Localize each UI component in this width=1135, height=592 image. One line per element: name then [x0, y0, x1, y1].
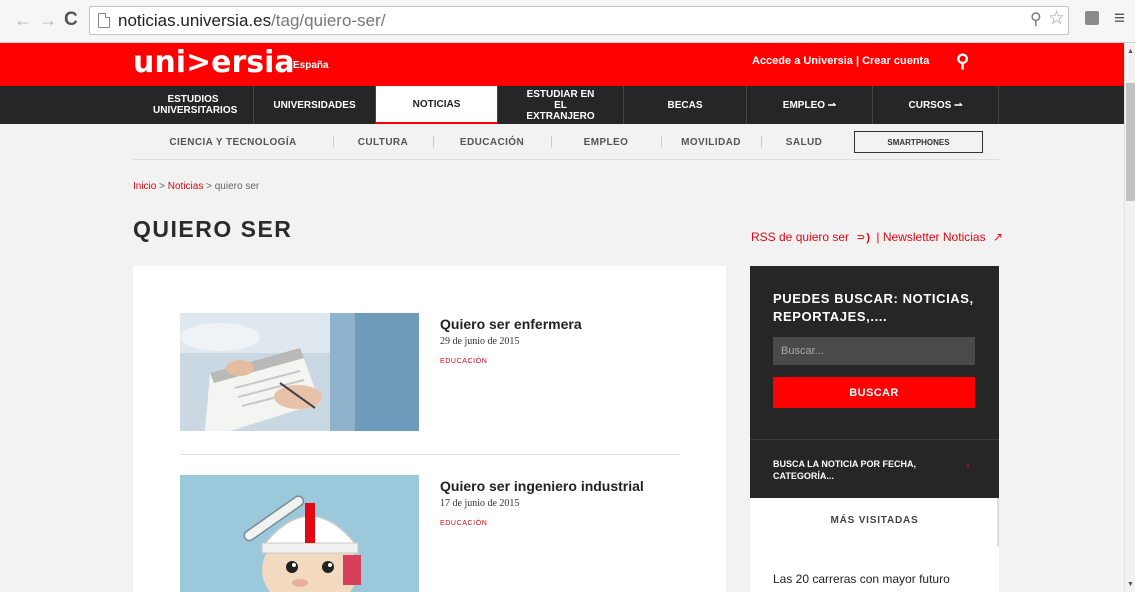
subnav-cultura[interactable]: CULTURA	[333, 124, 433, 160]
zoom-icon[interactable]: ⚲	[1030, 9, 1042, 29]
bookmark-star-icon[interactable]: ☆	[1048, 7, 1065, 30]
rss-icon[interactable]: ⸧)	[855, 232, 870, 244]
nurse-clipboard-image	[180, 313, 419, 431]
most-visited-item[interactable]: Las 20 carreras con mayor futuro	[773, 572, 950, 586]
nav-label: ESTUDIAR EN EL EXTRANJERO	[526, 88, 595, 122]
breadcrumb-separator: >	[156, 181, 168, 192]
article-category[interactable]: EDUCACIÓN	[440, 520, 487, 527]
article-divider	[180, 454, 680, 455]
scroll-thumb[interactable]	[1126, 83, 1135, 201]
article-date: 29 de junio de 2015	[440, 336, 520, 347]
subnav-salud[interactable]: SALUD	[761, 124, 847, 160]
back-arrow-icon[interactable]: ←	[14, 9, 32, 31]
chevron-right-icon[interactable]: ›	[966, 460, 970, 472]
site-header: uni>ersia España Accede a Universia | Cr…	[0, 43, 1124, 86]
newsletter-link[interactable]: | Newsletter Noticias	[876, 230, 985, 244]
extension-icon[interactable]	[1085, 11, 1099, 25]
rss-link[interactable]: RSS de quiero ser	[751, 230, 849, 244]
url-domain: noticias.universia.es	[118, 11, 272, 30]
nav-item-empleo[interactable]: EMPLEO ⇀	[747, 86, 873, 124]
url-text[interactable]: noticias.universia.es/tag/quiero-ser/	[118, 11, 385, 31]
main-nav: ESTUDIOS UNIVERSITARIOS UNIVERSIDADES NO…	[0, 86, 1124, 124]
forward-arrow-icon[interactable]: →	[39, 9, 57, 31]
most-visited-heading[interactable]: MÁS VISITADAS	[750, 515, 999, 526]
page-icon	[98, 13, 110, 28]
article-list: Quiero ser enfermera 29 de junio de 2015…	[133, 266, 726, 592]
breadcrumb-home[interactable]: Inicio	[133, 181, 156, 192]
nav-item-estudios[interactable]: ESTUDIOS UNIVERSITARIOS	[133, 86, 254, 124]
external-link-icon[interactable]: ↗	[993, 230, 1003, 244]
page-title: QUIERO SER	[133, 216, 293, 242]
sidebar: PUEDES BUSCAR: NOTICIAS, REPORTAJES,....…	[750, 266, 999, 592]
subnav-empleo[interactable]: EMPLEO	[551, 124, 661, 160]
account-links[interactable]: Accede a Universia | Crear cuenta	[752, 55, 929, 67]
reload-icon[interactable]: C	[64, 9, 78, 31]
article-category[interactable]: EDUCACIÓN	[440, 358, 487, 365]
category-subnav: CIENCIA Y TECNOLOGÍA CULTURA EDUCACIÓN E…	[133, 124, 999, 160]
url-path: /tag/quiero-ser/	[271, 11, 386, 30]
nav-label: ESTUDIOS UNIVERSITARIOS	[153, 94, 238, 116]
scrollbar[interactable]: ▲ ▼	[1124, 43, 1135, 592]
scroll-up-icon[interactable]: ▲	[1127, 48, 1134, 55]
search-panel-title: PUEDES BUSCAR: NOTICIAS, REPORTAJES,....	[773, 291, 974, 324]
breadcrumb-news[interactable]: Noticias	[168, 181, 204, 192]
nav-label: UNIVERSIDADES	[273, 99, 356, 111]
article-thumbnail[interactable]	[180, 313, 419, 431]
scroll-down-icon[interactable]: ▼	[1127, 581, 1134, 588]
subnav-movilidad[interactable]: MOVILIDAD	[661, 124, 761, 160]
address-bar[interactable]: noticias.universia.es/tag/quiero-ser/	[89, 6, 1069, 35]
subnav-educacion[interactable]: EDUCACIÓN	[433, 124, 551, 160]
search-input[interactable]	[773, 337, 975, 365]
nav-item-noticias[interactable]: NOTICIAS	[376, 86, 498, 124]
date-search-link[interactable]: BUSCA LA NOTICIA POR FECHA, CATEGORÍA...	[773, 458, 953, 482]
search-panel: PUEDES BUSCAR: NOTICIAS, REPORTAJES,....…	[750, 266, 999, 498]
nav-label: CURSOS ⇀	[908, 99, 963, 111]
search-button[interactable]: BUSCAR	[773, 377, 975, 408]
breadcrumb-current: quiero ser	[214, 181, 260, 192]
most-visited-panel: MÁS VISITADAS Las 20 carreras con mayor …	[750, 498, 999, 592]
tab-divider	[997, 498, 999, 546]
nav-item-extranjero[interactable]: ESTUDIAR EN EL EXTRANJERO	[498, 86, 624, 124]
nav-item-becas[interactable]: BECAS	[624, 86, 747, 124]
menu-icon[interactable]: ≡	[1114, 8, 1125, 30]
article-date: 17 de junio de 2015	[440, 498, 520, 509]
article-thumbnail[interactable]	[180, 475, 419, 592]
nav-label: EMPLEO ⇀	[782, 99, 837, 111]
engineer-illustration	[180, 475, 419, 592]
subnav-ciencia[interactable]: CIENCIA Y TECNOLOGÍA	[133, 124, 333, 160]
nav-item-universidades[interactable]: UNIVERSIDADES	[254, 86, 376, 124]
article-title[interactable]: Quiero ser enfermera	[440, 316, 582, 332]
subnav-smartphones[interactable]: SMARTPHONES	[854, 131, 983, 153]
breadcrumb-separator: >	[203, 181, 215, 192]
panel-divider	[750, 439, 999, 440]
search-icon[interactable]: ⚲	[956, 51, 969, 72]
article-title[interactable]: Quiero ser ingeniero industrial	[440, 478, 644, 494]
nav-label: NOTICIAS	[412, 98, 461, 110]
nav-label: BECAS	[667, 99, 703, 111]
site-logo[interactable]: uni>ersia	[133, 46, 295, 80]
breadcrumb: Inicio > Noticias > quiero ser	[133, 181, 259, 192]
nav-item-cursos[interactable]: CURSOS ⇀	[873, 86, 999, 124]
logo-country: España	[293, 60, 329, 71]
browser-toolbar: ← → C noticias.universia.es/tag/quiero-s…	[0, 0, 1135, 43]
rss-links: RSS de quiero ser ⸧) | Newsletter Notici…	[751, 230, 1003, 245]
